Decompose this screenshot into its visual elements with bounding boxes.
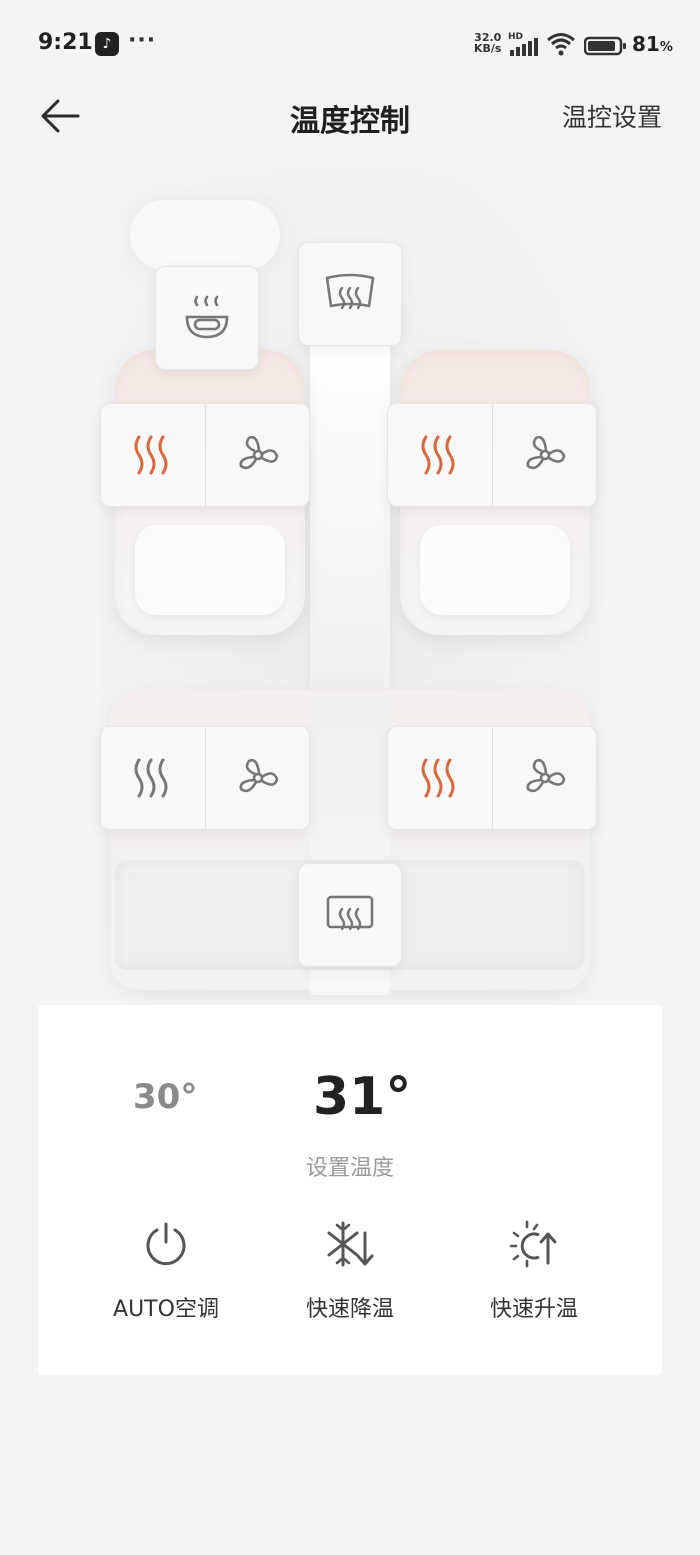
auto-ac-label: AUTO空调 (113, 1297, 219, 1322)
set-temperature[interactable]: 31° (313, 1067, 411, 1127)
wifi-icon (547, 33, 575, 56)
auto-ac-button[interactable]: AUTO空调 (81, 1217, 251, 1323)
steering-wheel-heat-button[interactable] (155, 266, 259, 370)
fan-icon (238, 758, 278, 793)
front-right-seat-vent-button[interactable] (492, 404, 596, 506)
power-icon (146, 1222, 186, 1266)
header: 温度控制 温控设置 (0, 90, 700, 140)
fan-icon (238, 435, 278, 470)
front-right-seat-cushion (420, 525, 570, 615)
rear-right-seat-controls (387, 726, 597, 830)
more-notifications-icon: ··· (128, 28, 157, 53)
rear-right-seat-vent-button[interactable] (492, 727, 596, 829)
rear-right-seat-heat-button[interactable] (388, 727, 492, 829)
climate-actions: AUTO空调 快速降温 快速升温 (38, 1217, 662, 1327)
car-seat-map (0, 160, 700, 1005)
temperature-settings-button[interactable]: 温控设置 (562, 98, 662, 134)
quick-heat-label: 快速升温 (489, 1297, 578, 1322)
status-time: 9:21 (38, 30, 93, 55)
front-defrost-button[interactable] (298, 242, 402, 346)
network-speed: 32.0 KB/s (474, 32, 501, 54)
front-left-seat-vent-button[interactable] (205, 404, 309, 506)
quick-cool-label: 快速降温 (305, 1297, 394, 1322)
front-defrost-icon (325, 273, 375, 310)
battery-icon (584, 36, 626, 56)
rear-defrost-icon (326, 895, 374, 931)
battery-percent: 81% (632, 32, 673, 56)
status-bar: 9:21 ♪ ··· 32.0 KB/s HD 81% (0, 0, 700, 90)
rear-defrost-button[interactable] (298, 863, 402, 967)
dashboard (130, 200, 280, 270)
steering-heat-icon (185, 295, 229, 339)
climate-control-card: 30° 31° 设置温度 AUTO空调 快速降温 快速升温 (38, 1005, 662, 1375)
fan-icon (525, 435, 565, 470)
current-temperature: 30° (133, 1077, 198, 1117)
sun-up-icon (509, 1220, 557, 1268)
seat-heat-icon (421, 435, 455, 475)
network-speed-unit: KB/s (474, 42, 502, 55)
rear-left-seat-controls (100, 726, 310, 830)
seat-heat-icon (134, 758, 168, 798)
quick-cool-button[interactable]: 快速降温 (265, 1217, 435, 1323)
rear-left-seat-heat-button[interactable] (101, 727, 205, 829)
seat-heat-icon (134, 435, 168, 475)
front-right-seat-heat-button[interactable] (388, 404, 492, 506)
fan-icon (525, 758, 565, 793)
snowflake-down-icon (327, 1221, 374, 1267)
seat-heat-icon (421, 758, 455, 798)
quick-heat-button[interactable]: 快速升温 (449, 1217, 619, 1323)
set-temperature-label: 设置温度 (305, 1156, 394, 1181)
cell-signal-icon (510, 38, 538, 56)
front-right-seat-controls (387, 403, 597, 507)
front-left-seat-cushion (135, 525, 285, 615)
tiktok-notification-icon: ♪ (95, 32, 119, 56)
rear-left-seat-vent-button[interactable] (205, 727, 309, 829)
front-left-seat-controls (100, 403, 310, 507)
front-left-seat-heat-button[interactable] (101, 404, 205, 506)
